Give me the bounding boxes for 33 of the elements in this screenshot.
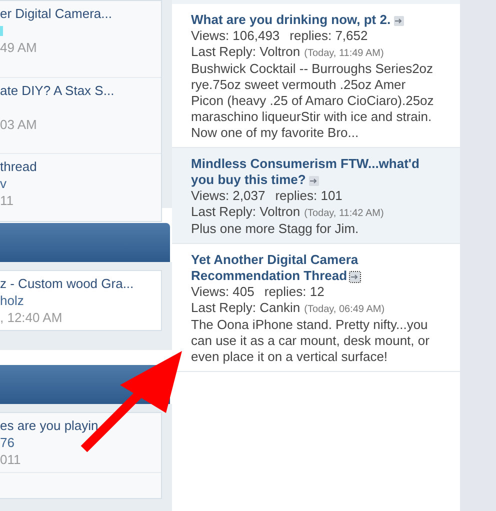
reply-time: (Today, 11:49 AM) bbox=[304, 47, 384, 61]
last-reply: Last Reply: Voltron bbox=[191, 204, 300, 220]
post-time: 011 bbox=[0, 452, 22, 467]
replies-count: replies: 12 bbox=[264, 284, 324, 300]
username: v bbox=[0, 176, 8, 191]
thread-title[interactable]: What are you drinking now, pt 2. bbox=[191, 12, 441, 28]
replies-count: replies: 101 bbox=[275, 188, 342, 204]
thread-link[interactable]: ate DIY? A Stax S... bbox=[0, 83, 161, 98]
post-time: 49 AM bbox=[0, 40, 38, 55]
last-reply: Last Reply: Cankin bbox=[191, 300, 300, 316]
post-preview: The Oona iPhone stand. Pretty nifty...you can use it as a car mount, desk mount, or even place it on a vertical surface! bbox=[191, 317, 430, 365]
views-count: Views: 106,493 bbox=[191, 28, 280, 44]
post-preview: Plus one more Stagg for Jim. bbox=[191, 221, 360, 237]
reply-time: (Today, 11:42 AM) bbox=[304, 207, 384, 221]
post-time: 03 AM bbox=[0, 117, 38, 132]
thread-link[interactable]: thread bbox=[0, 159, 161, 174]
thread-link[interactable]: es are you playin bbox=[0, 418, 161, 433]
replies-count: replies: 7,652 bbox=[290, 28, 368, 44]
post-preview: Bushwick Cocktail -- Burroughs Series2oz rye.75oz sweet vermouth .25oz Amer Picon (heavy .25 of Amaro CioCiaro).25oz maraschino liqueurStir with ice and strain. Now one of my favorite Bro... bbox=[191, 61, 435, 141]
reply-time: (Today, 06:49 AM) bbox=[304, 303, 385, 317]
username: 76 bbox=[0, 435, 16, 450]
highlight-mark bbox=[0, 26, 3, 36]
views-count: Views: 2,037 bbox=[191, 188, 266, 204]
username: holz bbox=[0, 293, 25, 308]
thread-link[interactable]: er Digital Camera... bbox=[0, 6, 161, 21]
arrow-icon[interactable] bbox=[350, 272, 360, 282]
views-count: Views: 405 bbox=[191, 284, 254, 300]
post-time: 11 bbox=[0, 193, 14, 208]
thread-title[interactable]: Yet Another Digital Camera Recommendation Thread bbox=[191, 252, 441, 284]
thread-title[interactable]: Mindless Consumerism FTW...what'd you buy this time? bbox=[191, 156, 441, 188]
thread-link[interactable]: z - Custom wood Gra... bbox=[0, 276, 161, 291]
post-time: , 12:40 AM bbox=[0, 310, 64, 325]
last-reply: Last Reply: Voltron bbox=[191, 44, 300, 60]
